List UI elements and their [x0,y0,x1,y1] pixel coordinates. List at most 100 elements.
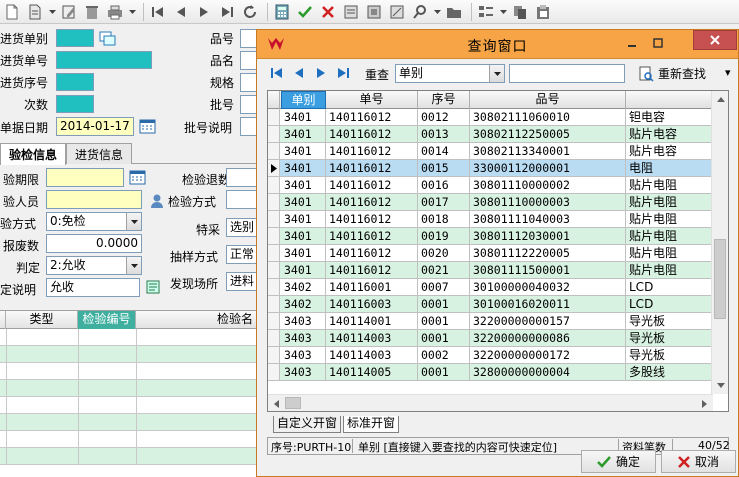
chevron-down-icon[interactable] [128,2,136,22]
table-cell[interactable]: 钽电容 [626,109,713,125]
inspect-deadline-field[interactable] [46,168,124,187]
table-row[interactable] [0,380,258,397]
calculator-icon[interactable] [272,2,292,22]
row-indicator[interactable] [268,126,280,142]
edit-icon[interactable] [59,2,79,22]
table-cell[interactable]: 贴片电阻 [626,194,713,210]
table-cell[interactable]: LCD [626,279,713,295]
header-seq[interactable]: 序号 [418,91,470,109]
header-inspect-code[interactable]: 检验编号 [78,311,136,329]
table-cell[interactable]: 贴片电阻 [626,211,713,227]
confirm-check-icon[interactable] [295,2,315,22]
table-row[interactable]: 3401 140116012 0020 30801112220005 贴片电阻 [268,245,713,262]
table-cell[interactable]: 140116012 [326,245,418,261]
table-cell[interactable]: 3403 [281,330,326,346]
table-cell[interactable]: 32200000000157 [470,313,626,329]
scrap-qty-field[interactable]: 0.0000 [46,234,142,253]
table-cell[interactable]: 140116003 [326,296,418,312]
row-indicator[interactable] [268,347,280,363]
table-cell[interactable]: 140116012 [326,211,418,227]
doc-void-icon[interactable] [387,2,407,22]
row-indicator[interactable] [268,330,280,346]
inspect-return-field[interactable] [226,168,258,187]
row-indicator[interactable] [268,177,280,193]
table-cell[interactable]: 0001 [418,364,470,380]
table-cell[interactable]: 140116012 [326,126,418,142]
table-cell[interactable]: 3401 [281,109,326,125]
delete-icon[interactable] [82,2,102,22]
person-icon[interactable] [149,193,165,212]
window-title-bar[interactable]: 查询窗口 [257,30,738,59]
table-cell[interactable]: 0002 [418,347,470,363]
search-input[interactable] [509,64,625,83]
header-doc-type[interactable]: 单别 [281,91,326,109]
inspect-method-select[interactable]: 0:免检 [46,212,142,231]
table-cell[interactable]: 30802113340001 [470,143,626,159]
table-cell[interactable]: 30802111060010 [470,109,626,125]
table-cell[interactable]: 0017 [418,194,470,210]
table-cell[interactable]: 3401 [281,177,326,193]
row-indicator[interactable] [268,109,280,125]
row-indicator[interactable] [268,279,280,295]
table-row[interactable]: 3401 140116012 0015 33000112000001 电阻 [268,160,713,177]
table-row[interactable]: 3401 140116012 0017 30801110000003 贴片电阻 [268,194,713,211]
horizontal-scroll-thumb[interactable] [285,397,301,409]
table-row[interactable] [0,397,258,414]
table-cell[interactable]: 140116012 [326,160,418,176]
table-cell[interactable]: 导光板 [626,347,713,363]
table-cell[interactable]: 3402 [281,279,326,295]
receipt-no-field[interactable] [56,51,152,69]
table-row[interactable] [0,363,258,380]
table-cell[interactable]: 导光板 [626,313,713,329]
calendar-icon[interactable] [129,169,146,188]
table-row[interactable]: 3401 140116012 0016 30801110000002 贴片电阻 [268,177,713,194]
table-row[interactable]: 3401 140116012 0019 30801112030001 贴片电阻 [268,228,713,245]
table-cell[interactable]: 140114003 [326,330,418,346]
table-cell[interactable]: 贴片电容 [626,143,713,159]
table-cell[interactable]: 3401 [281,194,326,210]
table-row[interactable] [0,448,258,465]
table-cell[interactable]: 140114003 [326,347,418,363]
search-icon[interactable] [410,2,430,22]
refresh-icon[interactable] [240,2,260,22]
table-cell[interactable]: 3401 [281,143,326,159]
overflow-icon[interactable]: ▾ [725,66,731,79]
table-row[interactable] [0,414,258,431]
table-cell[interactable]: 0012 [418,109,470,125]
next-record-icon[interactable] [194,2,214,22]
table-cell[interactable]: 导光板 [626,330,713,346]
table-cell[interactable]: 30801111500001 [470,262,626,278]
table-cell[interactable]: 3401 [281,160,326,176]
row-indicator[interactable] [268,211,280,227]
layout-icon[interactable] [476,2,496,22]
prev-page-icon[interactable] [290,65,308,81]
table-cell[interactable]: 30801111040003 [470,211,626,227]
ok-button[interactable]: 确定 [581,450,656,473]
cancel-button[interactable]: 取消 [661,450,736,473]
receipt-type-field[interactable] [56,29,94,47]
chevron-down-icon[interactable] [433,2,441,22]
table-cell[interactable]: 0014 [418,143,470,159]
table-cell[interactable]: 0001 [418,296,470,312]
table-cell[interactable]: 贴片电阻 [626,245,713,261]
table-cell[interactable]: 贴片电阻 [626,177,713,193]
cancel-x-icon[interactable] [318,2,338,22]
header-doc-no[interactable]: 单号 [326,91,418,109]
header-inspect-name[interactable]: 检验名 [136,311,258,329]
table-row[interactable]: 3403 140114003 0001 32200000000086 导光板 [268,330,713,347]
doc-date-field[interactable]: 2014-01-17 [56,117,134,136]
new-icon[interactable] [2,2,22,22]
row-indicator[interactable] [268,143,280,159]
table-cell[interactable]: 140116012 [326,194,418,210]
table-cell[interactable]: 3402 [281,296,326,312]
table-cell[interactable]: 140116012 [326,262,418,278]
chevron-down-icon[interactable] [489,65,504,82]
row-indicator[interactable] [268,228,280,244]
table-cell[interactable]: 32200000000086 [470,330,626,346]
doc-approve-icon[interactable] [341,2,361,22]
tab-inspection-info[interactable]: 验检信息 [0,143,67,165]
table-row[interactable]: 3401 140116012 0018 30801111040003 贴片电阻 [268,211,713,228]
judge-desc-field[interactable]: 允收 [46,278,140,297]
table-row[interactable] [0,431,258,448]
header-item-name[interactable] [626,91,713,109]
